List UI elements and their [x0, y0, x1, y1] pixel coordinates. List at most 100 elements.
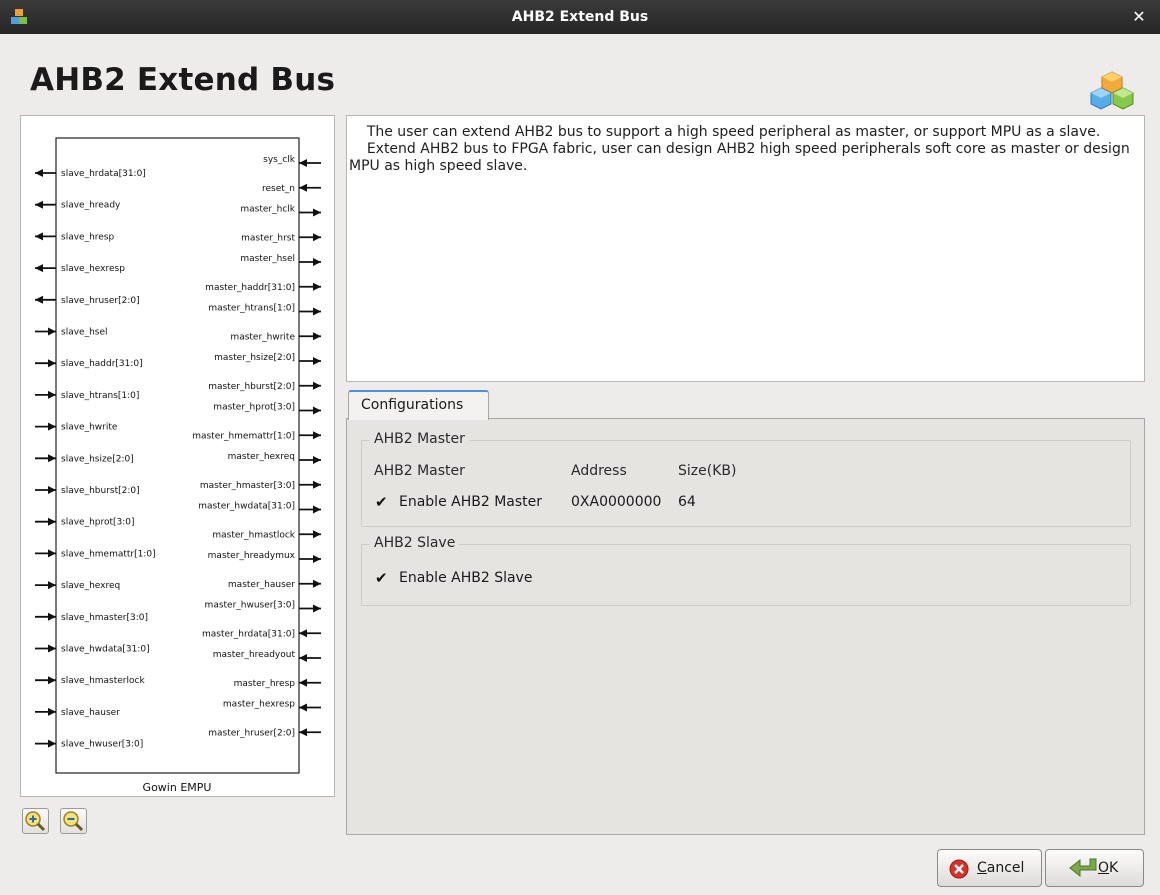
window-titlebar: AHB2 Extend Bus ✕	[0, 0, 1160, 34]
master_hexresp-pin-arrow	[299, 703, 307, 712]
ahb2-slave-group-title: AHB2 Slave	[370, 535, 460, 551]
master_hruser[2:0]-port-label: master_hruser[2:0]	[208, 728, 295, 738]
page-title: AHB2 Extend Bus	[30, 62, 336, 98]
cancel-button[interactable]: Cancel	[937, 849, 1042, 887]
master_hreadyout-port-label: master_hreadyout	[213, 650, 296, 660]
master_hwuser[3:0]-port-label: master_hwuser[3:0]	[205, 601, 295, 611]
cancel-label: Cancel	[977, 860, 1024, 876]
master_haddr[31:0]-pin-arrow	[313, 282, 321, 291]
slave_hmasterlock-pin-arrow	[48, 676, 56, 685]
master_hsel-pin-arrow	[313, 258, 321, 266]
slave_hsize[2:0]-pin-arrow	[48, 454, 56, 463]
slave_hmemattr[1:0]-pin-arrow	[48, 549, 56, 558]
zoom-in-button[interactable]	[22, 808, 49, 834]
ahb2-master-group-title: AHB2 Master	[370, 431, 469, 447]
slave_hresp-port-label: slave_hresp	[61, 232, 115, 242]
master_hmastlock-port-label: master_hmastlock	[212, 530, 295, 540]
master_hwrite-port-label: master_hwrite	[230, 332, 295, 342]
slave_hwrite-pin-arrow	[48, 422, 56, 431]
master_haddr[31:0]-port-label: master_haddr[31:0]	[205, 283, 295, 293]
cancel-label-rest: ancel	[986, 860, 1025, 876]
ok-mnemonic: O	[1098, 860, 1110, 876]
slave_hruser[2:0]-pin-arrow	[35, 295, 43, 304]
col-size: Size(KB)	[678, 463, 737, 479]
slave_hauser-port-label: slave_hauser	[61, 708, 120, 718]
enable-ahb2-slave-checkbox[interactable]: ✔	[375, 571, 390, 586]
tab-configurations[interactable]: Configurations	[348, 390, 489, 420]
master_hmaster[3:0]-pin-arrow	[313, 480, 321, 489]
cancel-mnemonic: C	[977, 860, 987, 876]
master_hprot[3:0]-pin-arrow	[313, 406, 321, 415]
slave_hready-pin-arrow	[35, 200, 43, 209]
master_hmemattr[1:0]-port-label: master_hmemattr[1:0]	[192, 431, 295, 441]
master_hsel-port-label: master_hsel	[240, 254, 295, 264]
module-diagram-panel: Gowin EMPU slave_hrdata[31:0] slave_hread…	[20, 115, 335, 797]
master_hreadymux-port-label: master_hreadymux	[208, 551, 296, 561]
block-label: Gowin EMPU	[143, 781, 212, 794]
master_hreadyout-pin-arrow	[299, 654, 307, 662]
slave_hsel-port-label: slave_hsel	[61, 328, 108, 338]
slave_hready-port-label: slave_hready	[61, 201, 121, 211]
ok-arrow-icon	[1069, 858, 1097, 878]
master_hresp-pin-arrow	[299, 678, 307, 687]
empu-block-diagram: Gowin EMPU slave_hrdata[31:0] slave_hread…	[21, 116, 334, 800]
slave_hsize[2:0]-port-label: slave_hsize[2:0]	[61, 454, 134, 464]
slave_hwrite-port-label: slave_hwrite	[61, 423, 118, 433]
slave_hwuser[3:0]-port-label: slave_hwuser[3:0]	[61, 740, 143, 750]
ahb2-slave-group: AHB2 Slave ✔ Enable AHB2 Slave	[361, 535, 1131, 606]
description-text: The user can extend AHB2 bus to support …	[346, 115, 1145, 382]
slave_hsel-pin-arrow	[48, 327, 56, 336]
slave_hprot[3:0]-port-label: slave_hprot[3:0]	[61, 518, 135, 528]
close-icon[interactable]: ✕	[1130, 8, 1148, 26]
zoom-in-icon	[25, 811, 46, 832]
reset_n-pin-arrow	[299, 183, 307, 192]
ahb2-master-group: AHB2 Master AHB2 Master Address Size(KB)…	[361, 431, 1131, 527]
slave_hwdata[31:0]-pin-arrow	[48, 644, 56, 653]
zoom-out-button[interactable]	[60, 808, 87, 834]
master-size-value: 64	[678, 494, 696, 510]
master_hmemattr[1:0]-pin-arrow	[313, 431, 321, 440]
master_hclk-port-label: master_hclk	[240, 205, 295, 215]
slave_haddr[31:0]-pin-arrow	[48, 359, 56, 368]
slave_hexresp-pin-arrow	[35, 264, 43, 273]
enable-ahb2-master-label: Enable AHB2 Master	[399, 494, 543, 510]
master_htrans[1:0]-pin-arrow	[313, 307, 321, 316]
ok-button[interactable]: OK	[1045, 849, 1144, 887]
master_hrdata[31:0]-port-label: master_hrdata[31:0]	[202, 629, 295, 639]
master_hwdata[31:0]-pin-arrow	[313, 505, 321, 514]
master_hrdata[31:0]-pin-arrow	[299, 629, 307, 638]
col-address: Address	[571, 463, 627, 479]
master_hexreq-port-label: master_hexreq	[228, 452, 295, 462]
slave_hburst[2:0]-port-label: slave_hburst[2:0]	[61, 486, 140, 496]
master_hburst[2:0]-pin-arrow	[313, 381, 321, 390]
master_hreadymux-pin-arrow	[313, 555, 321, 563]
master_hresp-port-label: master_hresp	[234, 679, 296, 689]
master_hauser-port-label: master_hauser	[228, 580, 295, 590]
master_hwdata[31:0]-port-label: master_hwdata[31:0]	[198, 502, 295, 512]
master_hburst[2:0]-port-label: master_hburst[2:0]	[208, 382, 295, 392]
master_htrans[1:0]-port-label: master_htrans[1:0]	[208, 304, 295, 314]
master_hsize[2:0]-pin-arrow	[313, 357, 321, 365]
slave_hwuser[3:0]-pin-arrow	[48, 739, 56, 748]
reset_n-port-label: reset_n	[262, 184, 295, 194]
slave_htrans[1:0]-pin-arrow	[48, 390, 56, 399]
master_hexreq-pin-arrow	[313, 456, 321, 464]
zoom-out-icon	[63, 811, 84, 832]
slave_hexreq-port-label: slave_hexreq	[61, 581, 120, 591]
master_hauser-pin-arrow	[313, 579, 321, 588]
master_hsize[2:0]-port-label: master_hsize[2:0]	[214, 353, 295, 363]
master_hrst-port-label: master_hrst	[241, 233, 295, 243]
ok-label: OK	[1098, 860, 1118, 876]
slave_hmasterlock-port-label: slave_hmasterlock	[61, 676, 145, 686]
configurations-panel: AHB2 Master AHB2 Master Address Size(KB)…	[346, 418, 1145, 835]
slave_hruser[2:0]-port-label: slave_hruser[2:0]	[61, 296, 140, 306]
master_hruser[2:0]-pin-arrow	[299, 728, 307, 737]
master_hclk-pin-arrow	[313, 208, 321, 217]
window-title: AHB2 Extend Bus	[511, 9, 649, 25]
slave_hrdata[31:0]-pin-arrow	[35, 169, 43, 177]
slave_hresp-pin-arrow	[35, 232, 43, 241]
enable-ahb2-master-checkbox[interactable]: ✔	[375, 495, 390, 510]
master_hrst-pin-arrow	[313, 233, 321, 242]
sys_clk-pin-arrow	[299, 159, 307, 167]
master-address-value: 0XA0000000	[571, 494, 662, 510]
